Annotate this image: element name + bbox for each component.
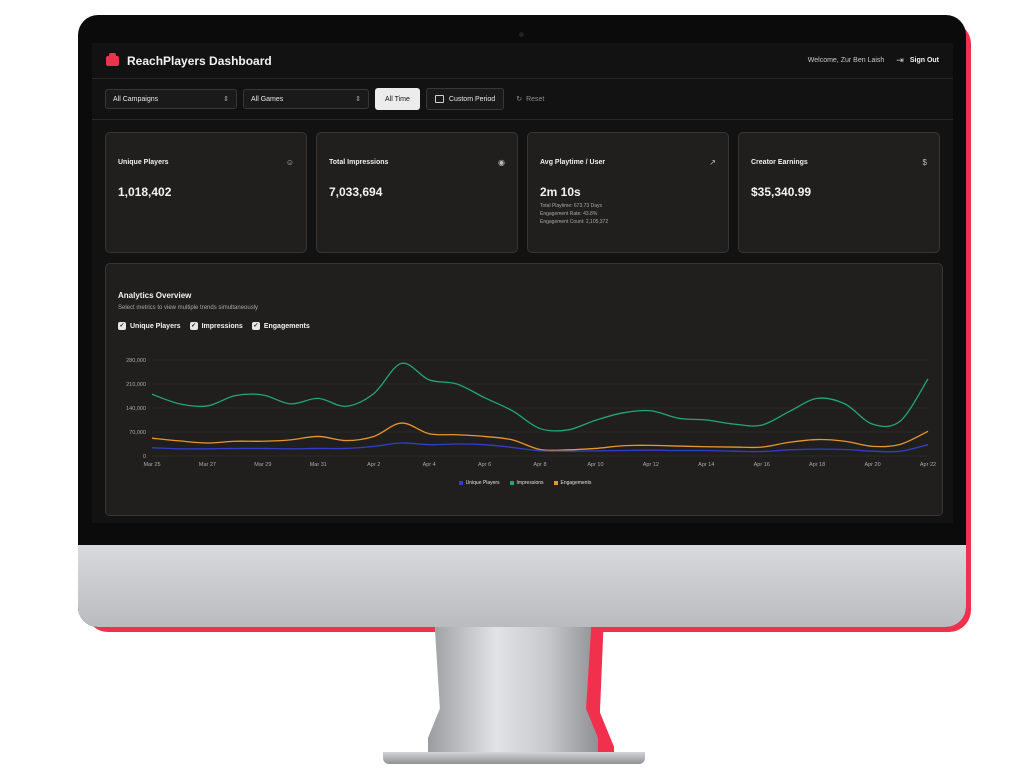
stat-card-label: Creator Earnings <box>751 159 808 166</box>
briefcase-logo-icon <box>106 52 119 66</box>
stat-card-unique-players: Unique Players ☺ 1,018,402 <box>105 132 307 253</box>
toggle-label: Engagements <box>263 322 310 330</box>
checkbox-checked-icon[interactable]: ✓ <box>189 322 198 330</box>
monitor-stand <box>428 627 598 763</box>
reset-icon: ↻ <box>516 96 523 103</box>
x-tick-label: Apr 4 <box>423 462 436 468</box>
dashboard-screen: ReachPlayers Dashboard Welcome, Zur Ben … <box>92 43 953 523</box>
checkbox-checked-icon[interactable]: ✓ <box>251 322 260 330</box>
all-time-button[interactable]: All Time <box>375 88 420 110</box>
toggle-engagements[interactable]: ✓ Engagements <box>251 322 310 330</box>
legend-swatch <box>553 481 558 485</box>
y-tick-label: 70,000 <box>129 430 146 436</box>
header: ReachPlayers Dashboard Welcome, Zur Ben … <box>92 43 953 79</box>
y-tick-label: 140,000 <box>126 406 146 412</box>
game-select[interactable]: All Games ⇕ <box>243 89 369 109</box>
toggle-label: Unique Players <box>130 322 181 330</box>
stat-card-value: 2m 10s <box>540 185 581 199</box>
y-tick-label: 280,000 <box>126 358 146 364</box>
legend-item[interactable]: Unique Players <box>458 480 500 486</box>
x-tick-label: Apr 14 <box>698 462 714 468</box>
x-tick-label: Mar 27 <box>199 462 216 468</box>
stat-card-label: Unique Players <box>118 159 169 166</box>
y-tick-label: 0 <box>143 454 146 460</box>
sign-out-icon[interactable]: ⇥ <box>896 55 904 66</box>
legend-label: Unique Players <box>465 480 500 486</box>
camera-dot <box>519 32 524 37</box>
eye-icon: ◉ <box>498 158 505 167</box>
legend-label: Engagements <box>560 480 592 486</box>
dollar-icon: $ <box>922 158 927 167</box>
monitor-base <box>383 752 645 764</box>
x-tick-label: Mar 25 <box>143 462 160 468</box>
campaign-select-value: All Campaigns <box>113 95 159 103</box>
toggle-label: Impressions <box>201 322 243 330</box>
toggle-impressions[interactable]: ✓ Impressions <box>189 322 243 330</box>
stat-cards: Unique Players ☺ 1,018,402 Total Impress… <box>105 132 940 253</box>
welcome-text: Welcome, Zur Ben Laish <box>807 57 885 64</box>
stat-card-value: $35,340.99 <box>751 185 812 199</box>
pointer-icon: ↗ <box>709 158 716 167</box>
legend-label: Impressions <box>516 480 544 486</box>
engagement-count: Engagement Count: 2,105,372 <box>540 219 609 225</box>
metric-toggles: ✓ Unique Players ✓ Impressions ✓ Engagem… <box>118 322 310 330</box>
stat-card-earnings: Creator Earnings $ $35,340.99 <box>738 132 940 253</box>
reset-button[interactable]: ↻ Reset <box>510 88 550 110</box>
custom-period-label: Custom Period <box>448 95 496 103</box>
game-select-value: All Games <box>251 95 284 103</box>
stat-card-label: Avg Playtime / User <box>540 159 606 166</box>
toggle-unique-players[interactable]: ✓ Unique Players <box>118 322 181 330</box>
monitor-chin <box>78 545 966 627</box>
legend-swatch <box>509 481 514 485</box>
analytics-title: Analytics Overview <box>118 291 192 300</box>
app-title: ReachPlayers Dashboard <box>127 53 272 68</box>
chevron-updown-icon: ⇕ <box>355 96 361 103</box>
x-tick-label: Apr 10 <box>587 462 603 468</box>
total-playtime: Total Playtime: 673.73 Days <box>540 203 602 209</box>
x-tick-label: Apr 16 <box>754 462 770 468</box>
chart-legend: Unique Players Impressions Engagements <box>106 480 944 486</box>
x-tick-label: Mar 29 <box>254 462 271 468</box>
y-tick-label: 210,000 <box>126 382 146 388</box>
header-user-area: Welcome, Zur Ben Laish ⇥ Sign Out <box>808 55 939 66</box>
x-tick-label: Apr 12 <box>643 462 659 468</box>
custom-period-button[interactable]: Custom Period <box>425 88 505 110</box>
legend-swatch <box>458 481 463 485</box>
filter-bar: All Campaigns ⇕ All Games ⇕ All Time Cus… <box>92 79 953 120</box>
x-tick-label: Apr 20 <box>864 462 880 468</box>
x-tick-label: Apr 18 <box>809 462 825 468</box>
calendar-icon <box>434 95 444 103</box>
sign-out-button[interactable]: Sign Out <box>910 57 939 64</box>
series-line-engagements <box>151 422 929 452</box>
analytics-line-chart: 0 70,000 140,000 210,000 280,000 Mar 25 Mar 27… <box>126 358 936 468</box>
stat-card-label: Total Impressions <box>329 159 389 166</box>
x-tick-label: Apr 2 <box>367 462 380 468</box>
x-tick-label: Apr 22 <box>920 462 936 468</box>
x-tick-label: Apr 8 <box>533 462 546 468</box>
campaign-select[interactable]: All Campaigns ⇕ <box>105 89 237 109</box>
x-tick-label: Apr 6 <box>478 462 491 468</box>
users-icon: ☺ <box>285 158 294 167</box>
stat-card-playtime: Avg Playtime / User ↗ 2m 10s Total Playt… <box>527 132 729 253</box>
legend-item[interactable]: Engagements <box>553 480 592 486</box>
stat-card-impressions: Total Impressions ◉ 7,033,694 <box>316 132 518 253</box>
engagement-rate: Engagement Rate: 43.8% <box>540 211 598 217</box>
chevron-updown-icon: ⇕ <box>223 96 229 103</box>
series-line-unique-players <box>151 442 929 453</box>
x-tick-label: Mar 31 <box>310 462 327 468</box>
analytics-panel: Analytics Overview Select metrics to vie… <box>105 263 943 516</box>
reset-label: Reset <box>526 95 545 103</box>
checkbox-checked-icon[interactable]: ✓ <box>118 322 126 330</box>
legend-item[interactable]: Impressions <box>509 480 544 486</box>
analytics-subtitle: Select metrics to view multiple trends s… <box>118 305 259 311</box>
stat-card-value: 7,033,694 <box>329 185 383 199</box>
stat-card-value: 1,018,402 <box>118 185 172 199</box>
stat-card-details: Total Playtime: 673.73 Days Engagement R… <box>540 202 716 226</box>
series-line-impressions <box>151 362 929 432</box>
